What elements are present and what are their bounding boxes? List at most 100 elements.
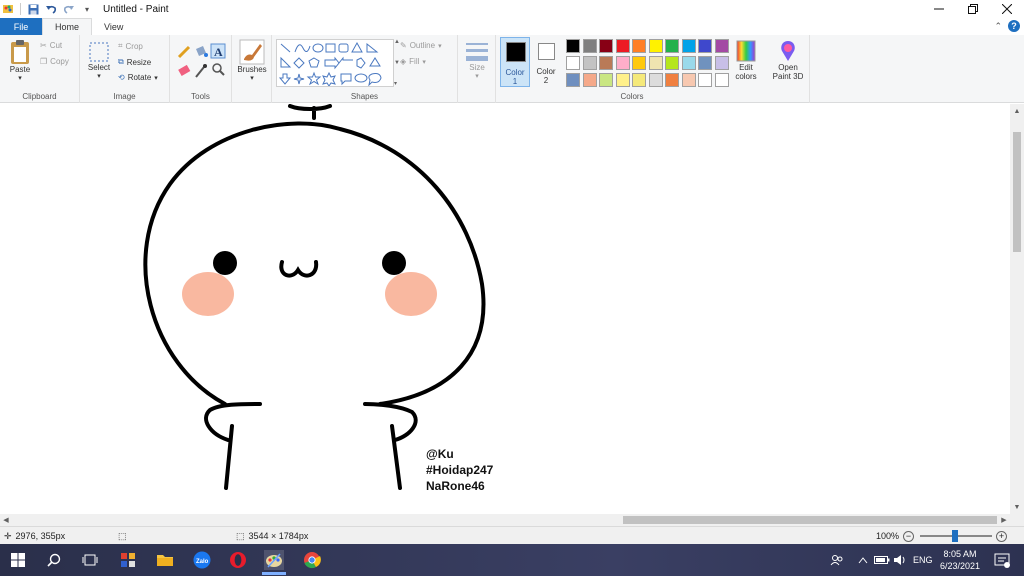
- tab-file[interactable]: File: [0, 18, 42, 35]
- palette-swatch[interactable]: [648, 73, 663, 87]
- paste-button[interactable]: Paste ▾: [6, 39, 34, 82]
- resize-button[interactable]: ⧉ Resize: [118, 57, 151, 67]
- app-grid-icon[interactable]: [118, 550, 138, 570]
- zoom-out-icon[interactable]: −: [903, 530, 915, 542]
- zoom-text: 100%: [876, 531, 900, 541]
- palette-swatch[interactable]: [599, 39, 613, 53]
- eraser-icon[interactable]: [178, 64, 191, 76]
- tab-view[interactable]: View: [92, 18, 135, 35]
- tab-home[interactable]: Home: [42, 18, 93, 35]
- show-hidden-icons[interactable]: [858, 544, 868, 576]
- palette-swatch[interactable]: [632, 56, 646, 70]
- palette-swatch[interactable]: [665, 56, 679, 70]
- color-picker-icon[interactable]: [195, 64, 207, 78]
- scroll-down-icon[interactable]: ▼: [1010, 500, 1024, 514]
- fill-button[interactable]: ◈ Fill ▾: [400, 57, 426, 66]
- palette-swatch[interactable]: [648, 39, 663, 53]
- scroll-right-icon[interactable]: ▶: [998, 514, 1010, 526]
- drawing-canvas[interactable]: @Ku #Hoidap247 NaRone46: [0, 104, 1010, 514]
- edit-colors-button[interactable]: Edit colors: [730, 39, 762, 81]
- palette-swatch[interactable]: [582, 39, 597, 53]
- opera-icon[interactable]: [228, 550, 248, 570]
- scroll-left-icon[interactable]: ◀: [0, 514, 12, 526]
- palette-swatch[interactable]: [615, 39, 630, 53]
- text-tool-icon[interactable]: A: [210, 43, 226, 59]
- palette-swatch[interactable]: [566, 39, 580, 53]
- palette-swatch[interactable]: [599, 73, 613, 87]
- magnifier-icon[interactable]: [212, 63, 225, 76]
- paint-taskbar-icon[interactable]: [264, 550, 284, 570]
- outline-button[interactable]: ✎ Outline ▾: [400, 41, 442, 50]
- vertical-scroll-thumb[interactable]: [1013, 132, 1021, 252]
- vertical-scrollbar[interactable]: ▲ ▼: [1010, 104, 1024, 514]
- restore-button[interactable]: [956, 0, 990, 18]
- cut-button[interactable]: ✂ Cut: [40, 41, 62, 50]
- customize-qa-icon[interactable]: ▾: [81, 3, 93, 15]
- save-icon[interactable]: [27, 3, 39, 15]
- pencil-icon[interactable]: [177, 45, 191, 59]
- palette-swatch[interactable]: [582, 73, 597, 87]
- canvas-area[interactable]: @Ku #Hoidap247 NaRone46: [0, 104, 1010, 514]
- palette-swatch[interactable]: [615, 73, 630, 87]
- search-icon[interactable]: [44, 550, 64, 570]
- battery-icon[interactable]: [874, 544, 890, 576]
- palette-swatch[interactable]: [714, 39, 729, 53]
- horizontal-scroll-thumb[interactable]: [623, 516, 997, 524]
- palette-swatch[interactable]: [566, 56, 580, 70]
- help-icon[interactable]: ?: [1008, 20, 1020, 32]
- palette-swatch[interactable]: [698, 56, 712, 70]
- shapes-gallery[interactable]: [276, 39, 394, 87]
- clock[interactable]: 8:05 AM 6/23/2021: [930, 548, 990, 572]
- palette-swatch[interactable]: [582, 56, 597, 70]
- zoom-slider-thumb[interactable]: [952, 530, 958, 542]
- close-button[interactable]: [990, 0, 1024, 18]
- crop-button[interactable]: ⌗ Crop: [118, 41, 143, 51]
- size-dropdown-icon: ▾: [475, 73, 479, 80]
- gallery-more-icon[interactable]: ▾: [394, 80, 402, 87]
- file-explorer-icon[interactable]: [155, 550, 175, 570]
- palette-swatch[interactable]: [665, 73, 679, 87]
- copy-button[interactable]: ❐ Copy: [40, 57, 69, 66]
- open-paint3d-button[interactable]: Open Paint 3D: [766, 39, 810, 81]
- color1-button[interactable]: Color 1: [500, 37, 530, 87]
- palette-swatch[interactable]: [648, 56, 663, 70]
- palette-swatch[interactable]: [599, 56, 613, 70]
- palette-swatch[interactable]: [714, 56, 729, 70]
- chrome-icon[interactable]: [302, 550, 322, 570]
- palette-swatch[interactable]: [698, 73, 712, 87]
- select-button[interactable]: Select ▾: [84, 41, 114, 80]
- palette-swatch[interactable]: [681, 39, 696, 53]
- windows-start-icon[interactable]: [8, 550, 28, 570]
- minimize-button[interactable]: [922, 0, 956, 18]
- zoom-in-icon[interactable]: +: [996, 530, 1007, 542]
- palette-swatch[interactable]: [665, 39, 679, 53]
- palette-swatch[interactable]: [615, 56, 630, 70]
- paint3d-icon: [781, 41, 795, 61]
- brush-icon: [239, 39, 265, 65]
- brushes-button[interactable]: Brushes ▾: [234, 39, 270, 82]
- palette-swatch[interactable]: [698, 39, 712, 53]
- right-eye: [382, 251, 406, 275]
- palette-swatch[interactable]: [714, 73, 729, 87]
- palette-swatch[interactable]: [681, 73, 696, 87]
- paste-icon: [11, 40, 29, 64]
- palette-swatch[interactable]: [632, 39, 646, 53]
- notifications-icon[interactable]: [994, 544, 1010, 576]
- volume-icon[interactable]: [893, 544, 907, 576]
- color2-button[interactable]: Color 2: [532, 37, 560, 87]
- size-button[interactable]: Size ▾: [462, 39, 492, 80]
- task-view-icon[interactable]: [80, 550, 100, 570]
- scroll-up-icon[interactable]: ▲: [1010, 104, 1024, 118]
- undo-icon[interactable]: [45, 3, 57, 15]
- palette-swatch[interactable]: [566, 73, 580, 87]
- zalo-icon[interactable]: Zalo: [192, 550, 212, 570]
- fill-bucket-icon[interactable]: [196, 46, 208, 57]
- redo-icon[interactable]: [63, 3, 75, 15]
- palette-swatch[interactable]: [681, 56, 696, 70]
- paint-app-icon[interactable]: [2, 3, 14, 15]
- people-icon[interactable]: [830, 544, 844, 576]
- palette-swatch[interactable]: [632, 73, 646, 87]
- minimize-ribbon-icon[interactable]: ⌃: [994, 21, 1002, 32]
- horizontal-scrollbar[interactable]: ◀ ▶: [0, 514, 1010, 526]
- rotate-button[interactable]: ⟲ Rotate ▾: [118, 73, 158, 82]
